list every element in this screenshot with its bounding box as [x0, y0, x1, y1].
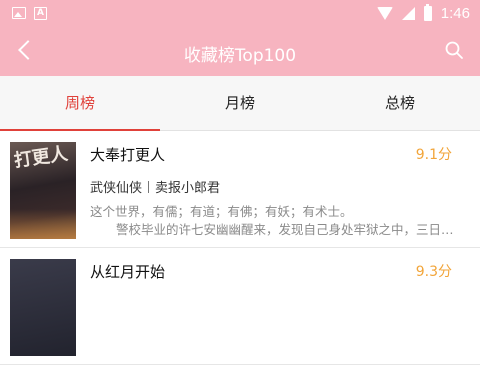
page-title: 收藏榜Top100	[183, 46, 297, 66]
book-author: 卖报小郎君	[155, 181, 221, 196]
tab-weekly[interactable]: 周榜	[0, 76, 160, 131]
ranking-tabs: 周榜 月榜 总榜	[0, 76, 480, 131]
tab-total[interactable]: 总榜	[320, 76, 480, 130]
book-meta: 武侠仙侠 卖报小郎君	[90, 177, 220, 196]
image-icon	[12, 7, 26, 19]
cover-title: 打更人	[12, 143, 70, 172]
list-item[interactable]: 从红月开始 9.3分	[0, 248, 480, 365]
a-icon: A	[34, 7, 47, 20]
book-title[interactable]: 大奉打更人	[90, 144, 165, 165]
book-description: 这个世界，有儒；有道；有佛；有妖；有术士。 警校毕业的许七安幽幽醒来，发现自己身…	[90, 203, 460, 239]
book-score: 9.3分	[415, 264, 452, 280]
book-cover[interactable]: 打更人	[10, 142, 76, 239]
meta-divider	[148, 180, 150, 193]
cover-art	[10, 209, 76, 239]
battery-icon	[423, 4, 432, 21]
title-bar: 收藏榜Top100	[0, 28, 480, 76]
signal-icon	[401, 7, 415, 20]
book-category: 武侠仙侠	[90, 181, 143, 196]
description-line: 这个世界，有儒；有道；有佛；有妖；有术士。	[90, 204, 353, 219]
search-icon[interactable]	[444, 40, 464, 60]
book-title[interactable]: 从红月开始	[90, 261, 165, 282]
description-line: 警校毕业的许七安幽幽醒来，发现自己身处牢狱之中，三日后流...	[116, 222, 460, 237]
book-list: 打更人 大奉打更人 9.1分 武侠仙侠 卖报小郎君 这个世界，有儒；有道；有佛；…	[0, 131, 480, 365]
status-bar: A 1:46	[0, 0, 480, 28]
list-item[interactable]: 打更人 大奉打更人 9.1分 武侠仙侠 卖报小郎君 这个世界，有儒；有道；有佛；…	[0, 131, 480, 248]
book-cover[interactable]	[10, 259, 76, 356]
book-score: 9.1分	[415, 147, 452, 163]
status-time: 1:46	[440, 5, 470, 22]
wifi-icon	[376, 7, 393, 20]
tab-monthly[interactable]: 月榜	[160, 76, 320, 130]
